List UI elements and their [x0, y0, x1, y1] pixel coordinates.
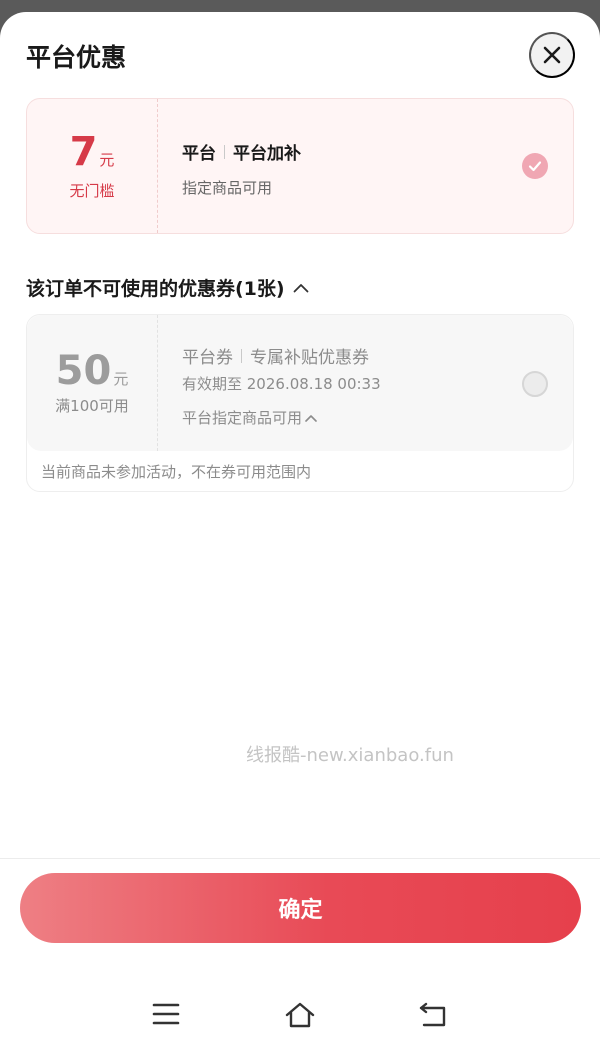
- coupon-body: 50 元 满100可用 平台券 专属补贴优惠券 有效期至 2026.08.18 …: [27, 315, 573, 451]
- back-icon[interactable]: [418, 1002, 448, 1028]
- close-icon: [543, 46, 561, 64]
- coupon-info: 平台券 专属补贴优惠券 有效期至 2026.08.18 00:33 平台指定商品…: [182, 315, 573, 451]
- coupon-sheet: 平台优惠 7 元 无门槛 平台 平台加补 指定商品可用 该订单不可使用的优惠券(…: [0, 12, 600, 1051]
- unusable-reason: 当前商品未参加活动，不在券可用范围内: [41, 463, 312, 481]
- coupon-card-platform-bonus[interactable]: 7 元 无门槛 平台 平台加补 指定商品可用: [26, 98, 574, 234]
- coupon-amount: 7: [69, 128, 98, 175]
- coupon-card-exclusive-subsidy: 50 元 满100可用 平台券 专属补贴优惠券 有效期至 2026.08.18 …: [26, 314, 574, 492]
- footer-divider: [0, 858, 600, 859]
- sheet-title: 平台优惠: [26, 43, 127, 72]
- coupon-value: 50 元 满100可用: [27, 315, 158, 451]
- coupon-condition: 无门槛: [69, 181, 115, 200]
- chevron-up-icon: [293, 283, 308, 292]
- close-button[interactable]: [529, 32, 575, 78]
- menu-icon[interactable]: [152, 1002, 180, 1026]
- coupon-scope-toggle[interactable]: 平台指定商品可用: [182, 407, 317, 428]
- selected-check[interactable]: [522, 153, 548, 179]
- coupon-tag: 平台: [182, 144, 216, 164]
- unselectable-radio: [522, 371, 548, 397]
- coupon-expiry: 有效期至 2026.08.18 00:33: [182, 375, 381, 393]
- coupon-value: 7 元 无门槛: [27, 99, 158, 233]
- coupon-tag: 平台券: [182, 348, 233, 368]
- unusable-section-toggle[interactable]: 该订单不可使用的优惠券(1张): [26, 274, 309, 301]
- confirm-button[interactable]: 确定: [20, 873, 581, 943]
- coupon-scope: 指定商品可用: [182, 179, 273, 197]
- coupon-title: 平台 平台加补: [182, 139, 301, 164]
- coupon-unit: 元: [113, 369, 129, 388]
- coupon-name: 平台加补: [233, 144, 301, 164]
- title-separator: [224, 144, 225, 159]
- watermark: 线报酷-new.xianbao.fun: [246, 745, 454, 766]
- unusable-section-title: 该订单不可使用的优惠券(1张): [26, 278, 285, 300]
- coupon-name: 专属补贴优惠券: [250, 348, 369, 368]
- coupon-amount: 50: [55, 347, 112, 394]
- check-icon: [528, 161, 542, 172]
- chevron-up-icon: [305, 414, 317, 422]
- coupon-title: 平台券 专属补贴优惠券: [182, 343, 369, 368]
- home-icon[interactable]: [284, 1002, 316, 1028]
- title-separator: [241, 348, 242, 363]
- coupon-info: 平台 平台加补 指定商品可用: [182, 99, 573, 233]
- coupon-unit: 元: [99, 150, 115, 169]
- coupon-scope: 平台指定商品可用: [182, 409, 303, 427]
- coupon-condition: 满100可用: [55, 396, 129, 415]
